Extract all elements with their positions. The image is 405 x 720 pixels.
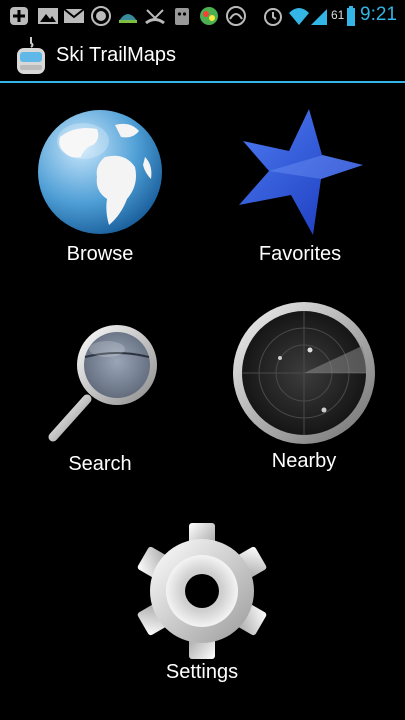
settings-button[interactable]: Settings (132, 523, 272, 684)
magnifier-icon (48, 325, 157, 442)
battery-icon (347, 6, 355, 26)
battery-percent: 61 (331, 8, 345, 22)
action-bar-divider (0, 81, 405, 83)
gear-icon (137, 523, 267, 659)
missed-call-icon (145, 9, 165, 25)
nearby-label: Nearby (271, 450, 337, 472)
alarm-icon (264, 8, 282, 26)
gondola-icon (17, 37, 45, 74)
app-title: Ski TrailMaps (56, 44, 177, 66)
search-label: Search (68, 453, 132, 475)
browse-button[interactable]: Browse (30, 107, 170, 266)
star-icon (239, 109, 363, 235)
speed-icon (226, 6, 246, 26)
sync-icon (91, 6, 111, 26)
status-bar: 61 9:21 (0, 0, 405, 32)
add-icon (10, 7, 28, 25)
weather-icon (119, 14, 137, 23)
browse-label: Browse (66, 243, 134, 265)
clock: 9:21 (360, 4, 397, 25)
signal-icon (311, 9, 327, 25)
favorites-button[interactable]: Favorites (230, 107, 370, 266)
game-icon (200, 7, 218, 25)
gmail-icon (63, 8, 85, 23)
radar-icon (233, 302, 375, 444)
favorites-label: Favorites (258, 243, 342, 265)
android-icon (175, 8, 189, 25)
globe-icon (38, 110, 162, 234)
search-button[interactable]: Search (30, 317, 170, 476)
image-icon (38, 8, 58, 24)
settings-label: Settings (165, 661, 239, 683)
wifi-icon (289, 8, 309, 25)
nearby-button[interactable]: Nearby (232, 300, 376, 473)
action-bar: Ski TrailMaps (0, 32, 405, 81)
